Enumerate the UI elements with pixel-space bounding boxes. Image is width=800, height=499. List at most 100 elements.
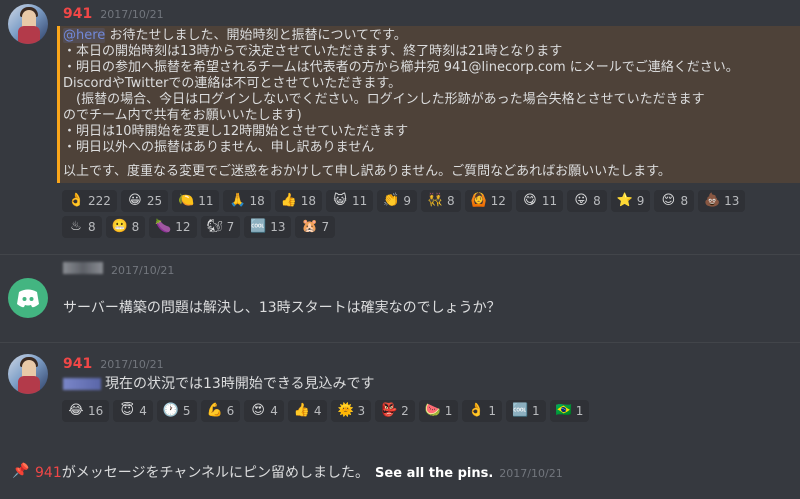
reaction-count: 9 [636,194,645,208]
reaction-emoji-icon: 👌 [68,193,85,208]
reaction-button[interactable]: 💪 6 [200,400,241,422]
reaction-count: 13 [270,220,286,234]
reaction-button[interactable]: 🕐 5 [156,400,197,422]
user-avatar[interactable] [8,4,48,44]
reaction-button[interactable]: 🆒 13 [244,216,292,238]
reaction-count: 9 [403,194,411,208]
reaction-button[interactable]: 😌 8 [654,190,695,212]
reaction-button[interactable]: 👌 1 [462,400,503,422]
reaction-button[interactable]: 😍 4 [244,400,284,422]
reaction-emoji-icon: 🙏 [229,193,246,208]
message-header: 941 2017/10/21 [63,356,164,372]
reaction-button[interactable]: 🙆 12 [464,190,512,212]
reaction-emoji-icon: 🕐 [162,403,180,418]
reaction-emoji-icon: 💪 [206,403,223,418]
reaction-button[interactable]: ♨ 8 [62,216,102,238]
reaction-count: 4 [270,404,278,418]
discord-default-avatar[interactable] [8,278,48,318]
reaction-count: 1 [444,404,453,418]
pin-username[interactable]: 941 [35,465,62,481]
username-redacted[interactable] [63,262,103,274]
reaction-count: 25 [146,194,163,208]
timestamp: 2017/10/21 [100,8,164,21]
discord-logo-icon [17,289,39,308]
reaction-count: 1 [575,404,584,418]
reaction-button[interactable]: 🍋 11 [172,190,220,212]
reaction-count: 16 [88,404,104,418]
here-mention[interactable]: @here [63,28,106,43]
message-line: 現在の状況では13時開始できる見込みです [63,376,375,392]
reaction-emoji-icon: 👺 [381,403,398,418]
reaction-emoji-icon: 😍 [251,403,265,418]
reaction-button[interactable]: 👍 4 [287,400,328,422]
reaction-button[interactable]: 🍉 1 [418,400,459,422]
message-1: 941 2017/10/21 @here お待たせしました、開始時刻と振替につい… [0,0,800,238]
message-3: 941 2017/10/21 現在の状況では13時開始できる見込みです 😂 16 😇… [0,350,800,430]
reaction-button[interactable]: 😂 16 [62,400,110,422]
reaction-button[interactable]: 👺 2 [375,400,415,422]
reaction-button[interactable]: 🆒 1 [506,400,546,422]
reaction-button[interactable]: 👌 222 [62,190,117,212]
reaction-emoji-icon: 🐿 [206,219,224,234]
reaction-emoji-icon: 😇 [120,403,135,418]
message-line: 以上です、度重なる変更でご迷惑をおかけして申し訳ありません。ご質問などあればお願… [63,164,671,179]
reaction-emoji-icon: 😌 [661,193,676,208]
user-mention-redacted[interactable] [63,378,101,390]
reaction-emoji-icon: 😀 [128,193,142,208]
reaction-button[interactable]: 👍 18 [274,190,323,212]
reaction-count: 18 [249,194,265,208]
reaction-emoji-icon: 🍆 [155,219,172,234]
reaction-count: 8 [131,220,140,234]
reaction-button[interactable]: 😋 11 [515,190,564,212]
reaction-count: 12 [175,220,191,234]
message-text: お待たせしました、開始時刻と振替についてです。 [109,28,407,43]
reactions-row-2: ♨ 8 😬 8 🍆 12 🐿 7 🆒 13 🐹 7 [62,216,336,238]
pin-text: がメッセージをチャンネルにピン留めしました。 [61,465,370,481]
reaction-count: 13 [724,194,740,208]
reaction-count: 8 [593,194,601,208]
username[interactable]: 941 [63,356,92,372]
message-2: 2017/10/21 サーバー構築の問題は解決し、13時スタートは確実なのでしょ… [0,262,800,332]
see-all-pins-link[interactable]: See all the pins. [375,466,493,481]
reaction-emoji-icon: 😬 [111,219,128,234]
reaction-button[interactable]: 😀 25 [120,190,169,212]
reaction-emoji-icon: 😺 [333,193,347,208]
reaction-button[interactable]: 🐿 7 [200,216,241,238]
user-avatar[interactable] [8,354,48,394]
reaction-button[interactable]: 🙏 18 [223,190,271,212]
username[interactable]: 941 [63,6,92,22]
pin-timestamp: 2017/10/21 [499,467,563,480]
reaction-button[interactable]: 🍆 12 [149,216,197,238]
reaction-count: 8 [680,194,689,208]
message-header: 2017/10/21 [63,262,174,277]
message-line: ・本日の開始時刻は13時からで決定させていただきます、終了時刻は21時となります [63,44,563,59]
reaction-button[interactable]: 😺 11 [326,190,374,212]
reaction-count: 11 [352,194,368,208]
reaction-button[interactable]: 👏 9 [377,190,417,212]
reaction-count: 1 [488,404,497,418]
reaction-emoji-icon: 😛 [574,193,588,208]
reaction-emoji-icon: 🆒 [250,219,267,234]
message-text: 現在の状況では13時開始できる見込みです [105,376,375,392]
reaction-count: 5 [182,404,191,418]
reaction-button[interactable]: 😇 4 [113,400,153,422]
reaction-count: 7 [226,220,235,234]
reactions-row: 😂 16 😇 4 🕐 5 💪 6 😍 4 👍 4 🌞 3 👺 2 🍉 1 👌 1 🆒 1 🇧🇷 1 [62,400,590,422]
reaction-button[interactable]: 🇧🇷 1 [549,400,590,422]
reaction-button[interactable]: 👯 8 [420,190,461,212]
message-line: DiscordやTwitterでの連絡は不可とさせていただきます。 [63,76,402,91]
reaction-emoji-icon: 😋 [523,193,537,208]
reaction-count: 8 [446,194,455,208]
reaction-count: 2 [401,404,409,418]
reaction-button[interactable]: 🐹 7 [295,216,336,238]
reaction-button[interactable]: 😬 8 [105,216,146,238]
reaction-button[interactable]: 😛 8 [567,190,607,212]
timestamp: 2017/10/21 [111,264,175,277]
message-line: ・明日以外への振替はありません、申し訳ありません [63,140,375,155]
reaction-emoji-icon: 👯 [426,193,444,208]
reaction-button[interactable]: 🌞 3 [331,400,372,422]
pin-notice: 📌 941がメッセージをチャンネルにピン留めしました。 See all the p… [0,460,800,482]
reaction-button[interactable]: ⭐ 9 [610,190,651,212]
reaction-emoji-icon: 😂 [68,403,84,418]
reaction-button[interactable]: 💩 13 [698,190,746,212]
